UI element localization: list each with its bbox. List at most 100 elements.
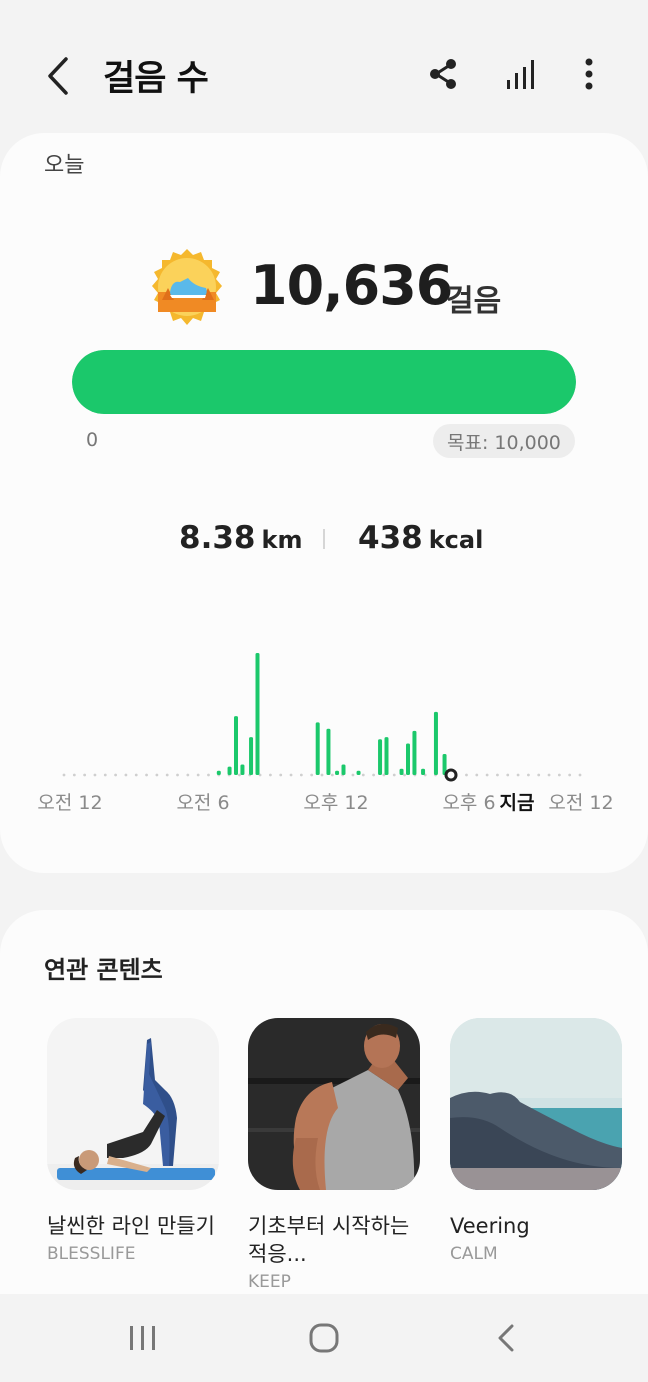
baseline-dot bbox=[537, 773, 541, 777]
share-icon[interactable] bbox=[421, 52, 465, 96]
related-content-title: 연관 콘텐츠 bbox=[44, 956, 163, 984]
baseline-dot bbox=[83, 773, 87, 777]
baseline-dot bbox=[176, 773, 179, 777]
baseline-dot bbox=[93, 773, 97, 777]
shoe-badge-icon bbox=[148, 248, 226, 326]
related-item-source: BLESSLIFE bbox=[47, 1244, 136, 1264]
baseline-dot bbox=[403, 773, 406, 777]
pilates-thumbnail bbox=[47, 1018, 219, 1190]
tick-label: 오후 6 bbox=[442, 792, 495, 814]
tick-label: 오전 6 bbox=[176, 792, 229, 814]
page-title: 걸음 수 bbox=[103, 59, 209, 99]
chart-bar bbox=[399, 768, 404, 775]
baseline-dot bbox=[310, 773, 314, 777]
related-item-source: CALM bbox=[450, 1244, 498, 1264]
baseline-dot bbox=[72, 773, 76, 777]
baseline-dot bbox=[269, 773, 272, 777]
baseline-dot bbox=[361, 773, 365, 777]
related-item-pilates[interactable]: 날씬한 라인 만들기 BLESSLIFE bbox=[47, 1018, 219, 1264]
baseline-dot bbox=[485, 773, 489, 777]
baseline-dot bbox=[547, 773, 551, 777]
baseline-dot bbox=[506, 773, 510, 777]
chart-bar bbox=[240, 764, 245, 775]
steps-progress-fill bbox=[72, 350, 576, 414]
goal-badge[interactable]: 목표: 10,000 bbox=[433, 424, 575, 458]
baseline-dot bbox=[238, 773, 241, 777]
back-arrow-icon[interactable] bbox=[38, 52, 78, 100]
baseline-dot bbox=[279, 773, 283, 777]
chart-bar bbox=[326, 728, 331, 775]
veering-thumbnail bbox=[450, 1018, 622, 1190]
baseline-dot bbox=[330, 773, 334, 777]
steps-progress-bar bbox=[72, 350, 576, 414]
chart-bar bbox=[255, 653, 260, 775]
tick-label: 오전 12 bbox=[37, 792, 102, 814]
system-navigation-bar bbox=[0, 1294, 648, 1382]
recent-apps-icon[interactable] bbox=[115, 1312, 171, 1364]
chart-bar bbox=[433, 711, 438, 775]
stats-divider bbox=[323, 529, 325, 549]
chart-bar bbox=[384, 737, 389, 775]
baseline-dot bbox=[320, 773, 324, 777]
baseline-dot bbox=[465, 773, 468, 777]
baseline-dot bbox=[134, 773, 138, 777]
tick-label: 오전 12 bbox=[548, 792, 613, 814]
back-icon[interactable] bbox=[478, 1312, 534, 1364]
more-vertical-icon[interactable] bbox=[567, 52, 611, 96]
baseline-dot bbox=[496, 773, 499, 777]
baseline-dot bbox=[145, 773, 148, 777]
now-tick-label: 지금 bbox=[500, 792, 535, 814]
home-icon[interactable] bbox=[296, 1312, 352, 1364]
distance-value: 8.38 km bbox=[179, 520, 303, 556]
chart-bar bbox=[356, 770, 361, 775]
chart-bar bbox=[341, 764, 346, 775]
baseline-dot bbox=[568, 773, 572, 777]
app-header: 걸음 수 bbox=[0, 0, 648, 130]
calories-value: 438 kcal bbox=[358, 520, 484, 556]
baseline-dot bbox=[351, 773, 355, 777]
baseline-dot bbox=[155, 773, 159, 777]
baseline-dot bbox=[557, 773, 561, 777]
baseline-dot bbox=[372, 773, 375, 777]
related-item-title: Veering bbox=[450, 1214, 530, 1238]
chart-bar bbox=[227, 766, 232, 775]
baseline-dot bbox=[527, 773, 530, 777]
baseline-dot bbox=[196, 773, 200, 777]
baseline-dot bbox=[103, 773, 107, 777]
baseline-dot bbox=[289, 773, 293, 777]
baseline-dot bbox=[516, 773, 520, 777]
steps-unit: 걸음 bbox=[446, 284, 502, 319]
chart-bar bbox=[216, 770, 221, 775]
progress-min-label: 0 bbox=[86, 429, 99, 451]
related-item-veering[interactable]: Veering CALM bbox=[450, 1018, 622, 1264]
chart-bar bbox=[406, 743, 410, 775]
chart-bar bbox=[249, 737, 254, 775]
baseline-dot bbox=[186, 773, 190, 777]
chart-bar bbox=[335, 770, 340, 775]
related-item-title: 기초부터 시작하는 적응... bbox=[248, 1214, 410, 1266]
baseline-dot bbox=[207, 773, 210, 777]
baseline-dot bbox=[62, 773, 66, 777]
chart-bar bbox=[234, 716, 238, 775]
related-item-title: 날씬한 라인 만들기 bbox=[47, 1214, 215, 1238]
baseline-dot bbox=[475, 773, 479, 777]
baseline-dot bbox=[114, 773, 117, 777]
related-item-workout[interactable]: 기초부터 시작하는 적응... KEEP bbox=[248, 1018, 420, 1292]
baseline-dot bbox=[299, 773, 303, 777]
tick-label: 오후 12 bbox=[303, 792, 368, 814]
steps-count: 10,636 bbox=[250, 254, 453, 317]
baseline-dot bbox=[578, 773, 582, 777]
chart-bar bbox=[315, 722, 320, 775]
workout-thumbnail bbox=[248, 1018, 420, 1190]
hourly-steps-chart[interactable]: 오전 12 오전 6 오후 12 오후 6 지금 오전 12 bbox=[0, 600, 648, 830]
baseline-dot bbox=[124, 773, 128, 777]
related-item-source: KEEP bbox=[248, 1272, 291, 1292]
chart-bar bbox=[421, 768, 426, 775]
now-marker bbox=[444, 768, 458, 782]
baseline-dot bbox=[165, 773, 169, 777]
bar-chart-icon[interactable] bbox=[498, 52, 542, 96]
chart-bar bbox=[412, 730, 417, 775]
baseline-dot bbox=[392, 773, 396, 777]
today-label: 오늘 bbox=[44, 153, 85, 178]
chart-bar bbox=[378, 739, 383, 775]
